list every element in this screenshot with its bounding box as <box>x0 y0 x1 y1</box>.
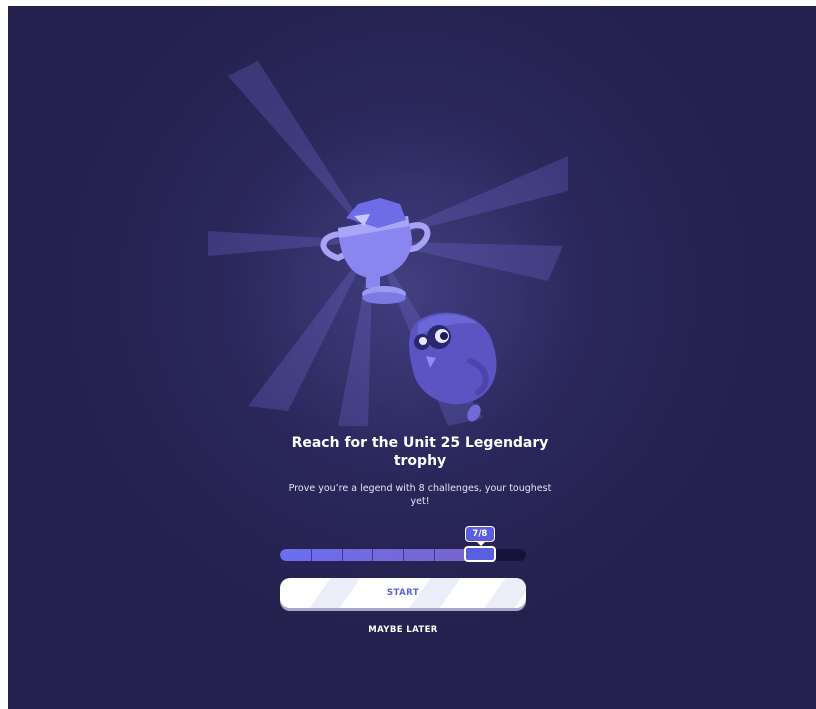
progress-segment-divider <box>310 549 312 561</box>
challenge-description: Prove you’re a legend with 8 challenges,… <box>288 483 552 507</box>
current-challenge-segment <box>463 546 497 562</box>
progress-segment-divider <box>433 549 435 561</box>
progress-fill <box>280 549 496 561</box>
progress-segment-divider <box>341 549 343 561</box>
progress-badge: 7/8 <box>464 526 495 546</box>
progress-segment-divider <box>403 549 404 561</box>
challenge-title: Reach for the Unit 25 Legendary trophy <box>291 435 549 469</box>
start-button-label: START <box>386 588 420 598</box>
start-button[interactable]: START <box>280 578 526 608</box>
progress-segment-divider <box>372 549 374 561</box>
challenge-progress-bar: 7/8 <box>280 526 526 563</box>
legendary-challenge-screen: Reach for the Unit 25 Legendary trophy P… <box>8 6 816 709</box>
maybe-later-button[interactable]: MAYBE LATER <box>280 625 526 635</box>
